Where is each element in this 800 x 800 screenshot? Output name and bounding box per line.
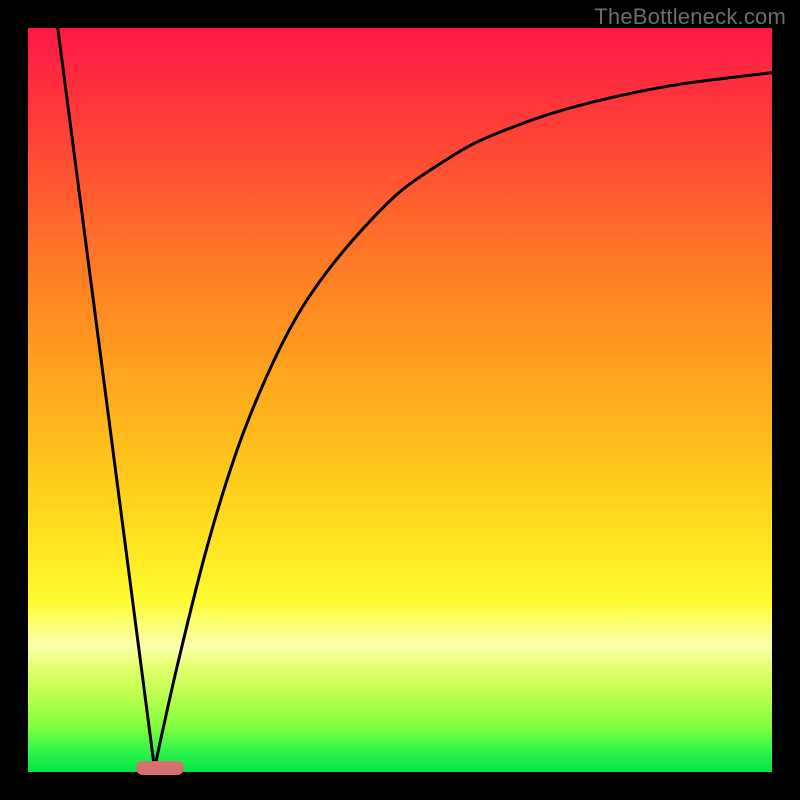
left-descent-line — [58, 28, 155, 768]
bottleneck-plot — [28, 28, 772, 772]
watermark-text: TheBottleneck.com — [594, 4, 786, 30]
right-ascent-curve — [154, 73, 772, 769]
optimal-range-marker — [136, 761, 184, 775]
curve-layer — [28, 28, 772, 772]
chart-frame: TheBottleneck.com — [0, 0, 800, 800]
